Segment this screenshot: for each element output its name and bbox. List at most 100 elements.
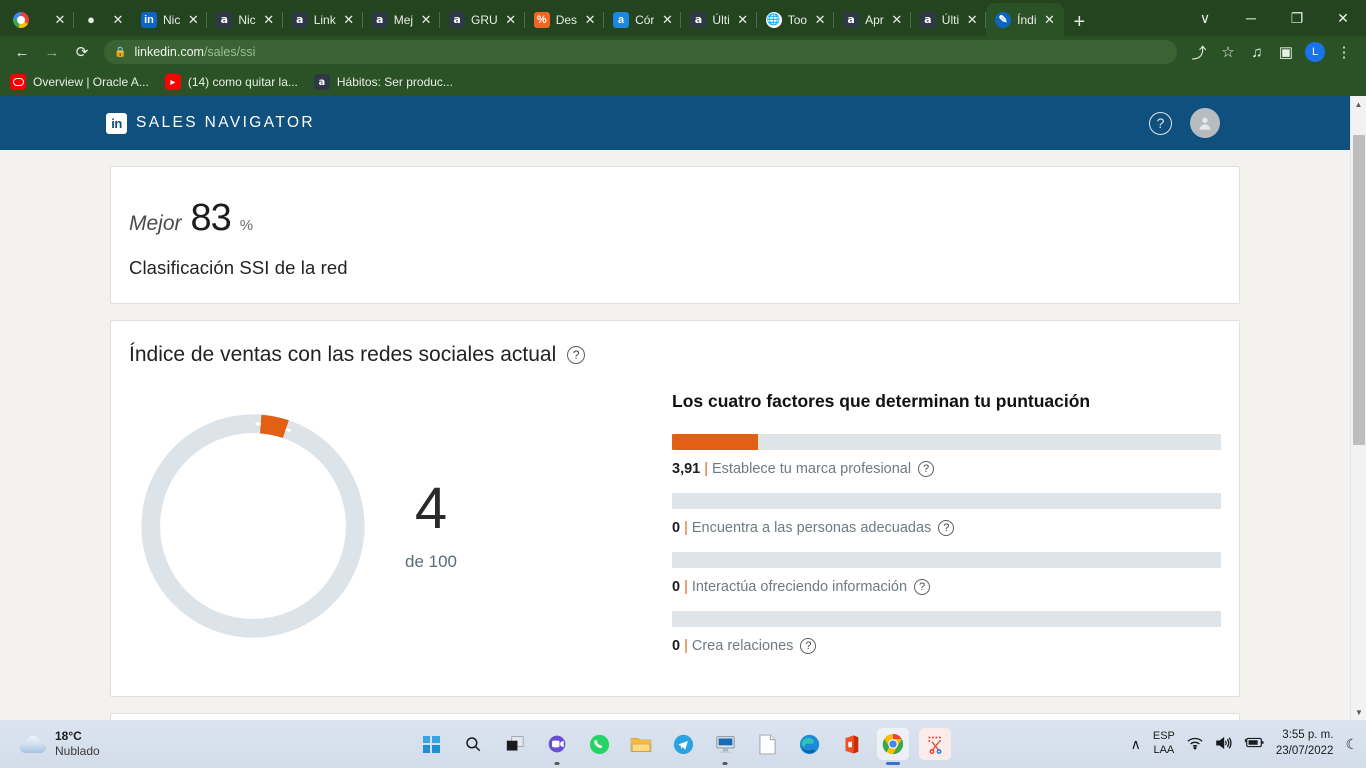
question-mark-icon[interactable]: ?	[938, 520, 955, 536]
tab-title: Mej	[393, 12, 414, 27]
factor-label: Encuentra a las personas adecuadas	[691, 520, 932, 536]
tab-close-icon[interactable]: ✕	[965, 13, 979, 26]
browser-tab-1[interactable]: ● ✕	[74, 3, 132, 36]
whatsapp-icon[interactable]	[583, 728, 615, 760]
scroll-down-arrow[interactable]: ▼	[1351, 704, 1366, 720]
browser-tab-12[interactable]: a Últi ✕	[911, 3, 987, 36]
browser-tab-0[interactable]: ✕	[4, 3, 74, 36]
tab-close-icon[interactable]: ✕	[890, 13, 904, 26]
question-mark-icon[interactable]: ?	[800, 638, 817, 654]
bookmark-star-icon[interactable]: ☆	[1214, 38, 1242, 66]
factor-label-row: 0 | Interactúa ofreciendo información ?	[672, 579, 1221, 595]
tab-search-icon[interactable]: ∨	[1182, 0, 1228, 36]
taskbar-weather-widget[interactable]: 18°C Nublado	[20, 729, 200, 759]
browser-tab-active-indice[interactable]: ✎ Índi ✕	[986, 3, 1064, 36]
reload-button[interactable]: ⟳	[68, 38, 96, 66]
browser-tab-3[interactable]: a Nic ✕	[207, 3, 283, 36]
chrome-menu-icon[interactable]: ⋮	[1330, 38, 1358, 66]
media-list-icon[interactable]: ♫	[1243, 38, 1271, 66]
taskview-glyph	[506, 736, 524, 751]
bookmarks-bar: Overview | Oracle A... (14) como quitar …	[0, 68, 1366, 96]
bookmark-item-oracle[interactable]: Overview | Oracle A...	[10, 74, 149, 90]
tab-close-icon[interactable]: ✕	[736, 13, 750, 26]
office-icon[interactable]	[835, 728, 867, 760]
ssi-rank-card: Mejor 83 % Clasificación SSI de la red	[110, 166, 1240, 304]
question-mark-icon[interactable]: ?	[918, 461, 935, 477]
youtube-icon	[164, 74, 181, 90]
minimize-button[interactable]: ─	[1228, 0, 1274, 36]
sales-navigator-logo[interactable]: in SALES NAVIGATOR	[106, 112, 315, 134]
share-icon[interactable]: ⤴	[1185, 38, 1213, 66]
page-scrollbar[interactable]: ▲ ▼	[1350, 96, 1366, 720]
tab-close-icon[interactable]: ✕	[53, 13, 67, 26]
scroll-up-arrow[interactable]: ▲	[1351, 96, 1366, 112]
factor-bar-track	[672, 552, 1221, 568]
url-domain: linkedin.com	[134, 45, 204, 59]
tab-close-icon[interactable]: ✕	[262, 13, 276, 26]
forward-button[interactable]: →	[38, 38, 66, 66]
chrome-profile-icon	[13, 11, 29, 28]
file-explorer-icon[interactable]	[625, 728, 657, 760]
wifi-icon[interactable]	[1187, 736, 1203, 753]
bookmark-label: Overview | Oracle A...	[33, 75, 149, 89]
language-indicator[interactable]: ESP LAA	[1153, 730, 1175, 758]
clock-time: 3:55 p. m.	[1282, 729, 1334, 742]
bookmark-item-youtube[interactable]: (14) como quitar la...	[164, 74, 298, 90]
back-button[interactable]: ←	[8, 38, 36, 66]
weather-temperature: 18°C	[55, 729, 82, 743]
active-indicator	[886, 762, 900, 765]
snipping-tool-icon[interactable]	[919, 728, 951, 760]
telegram-icon[interactable]	[667, 728, 699, 760]
user-avatar[interactable]	[1190, 108, 1220, 138]
side-panel-icon[interactable]: ▣	[1272, 38, 1300, 66]
notifications-icon[interactable]: ☾	[1345, 736, 1358, 753]
tab-close-icon[interactable]: ✕	[504, 13, 518, 26]
tab-close-icon[interactable]: ✕	[660, 13, 674, 26]
browser-tab-4[interactable]: a Link ✕	[283, 3, 363, 36]
taskbar-clock[interactable]: 3:55 p. m. 23/07/2022	[1276, 728, 1334, 759]
browser-tab-9[interactable]: a Últi ✕	[681, 3, 757, 36]
volume-icon[interactable]	[1215, 736, 1232, 753]
teams-icon[interactable]	[541, 728, 573, 765]
windows-logo-icon	[422, 735, 440, 753]
factor-row: 0 | Encuentra a las personas adecuadas ?	[672, 493, 1221, 536]
tab-close-icon[interactable]: ✕	[419, 13, 433, 26]
bookmark-item-habitos[interactable]: a Hábitos: Ser produc...	[313, 74, 453, 90]
browser-tab-7[interactable]: % Des ✕	[525, 3, 605, 36]
browser-tab-2[interactable]: in Nic ✕	[132, 3, 208, 36]
edge-icon[interactable]	[793, 728, 825, 760]
question-mark-icon[interactable]: ?	[914, 579, 931, 595]
tab-title: Too	[787, 12, 808, 27]
active-indicator	[722, 762, 728, 765]
browser-tab-5[interactable]: a Mej ✕	[363, 3, 441, 36]
question-mark-icon[interactable]: ?	[567, 346, 586, 364]
browser-tab-6[interactable]: a GRU ✕	[440, 3, 525, 36]
tray-chevron-icon[interactable]: ∧	[1131, 736, 1141, 753]
question-mark-icon[interactable]: ?	[1149, 111, 1172, 135]
task-view-icon[interactable]	[499, 728, 531, 760]
maximize-button[interactable]: ❐	[1274, 0, 1320, 36]
search-icon[interactable]	[457, 728, 489, 760]
browser-tab-8[interactable]: a Cór ✕	[604, 3, 682, 36]
document-icon[interactable]	[751, 728, 783, 760]
tab-close-icon[interactable]: ✕	[813, 13, 827, 26]
remote-desktop-icon[interactable]	[709, 728, 741, 765]
tab-close-icon[interactable]: ✕	[111, 13, 125, 26]
tab-close-icon[interactable]: ✕	[1043, 13, 1057, 26]
start-button[interactable]	[415, 728, 447, 760]
tab-close-icon[interactable]: ✕	[342, 13, 356, 26]
address-bar[interactable]: 🔒 linkedin.com/sales/ssi	[104, 40, 1177, 64]
chrome-icon[interactable]	[877, 728, 909, 765]
new-tab-button[interactable]: +	[1064, 12, 1096, 36]
close-window-button[interactable]: ✕	[1320, 0, 1366, 36]
teams-glyph	[548, 735, 566, 753]
battery-charging-icon[interactable]	[1244, 736, 1264, 752]
tab-close-icon[interactable]: ✕	[186, 13, 200, 26]
browser-tab-11[interactable]: a Apr ✕	[834, 3, 911, 36]
tab-close-icon[interactable]: ✕	[583, 13, 597, 26]
oracle-icon	[10, 74, 26, 90]
profile-avatar[interactable]: L	[1301, 38, 1329, 66]
browser-tab-10[interactable]: 🌐 Too ✕	[757, 3, 835, 36]
scrollbar-thumb[interactable]	[1353, 135, 1365, 445]
ssi-score-value: 4	[414, 475, 448, 541]
